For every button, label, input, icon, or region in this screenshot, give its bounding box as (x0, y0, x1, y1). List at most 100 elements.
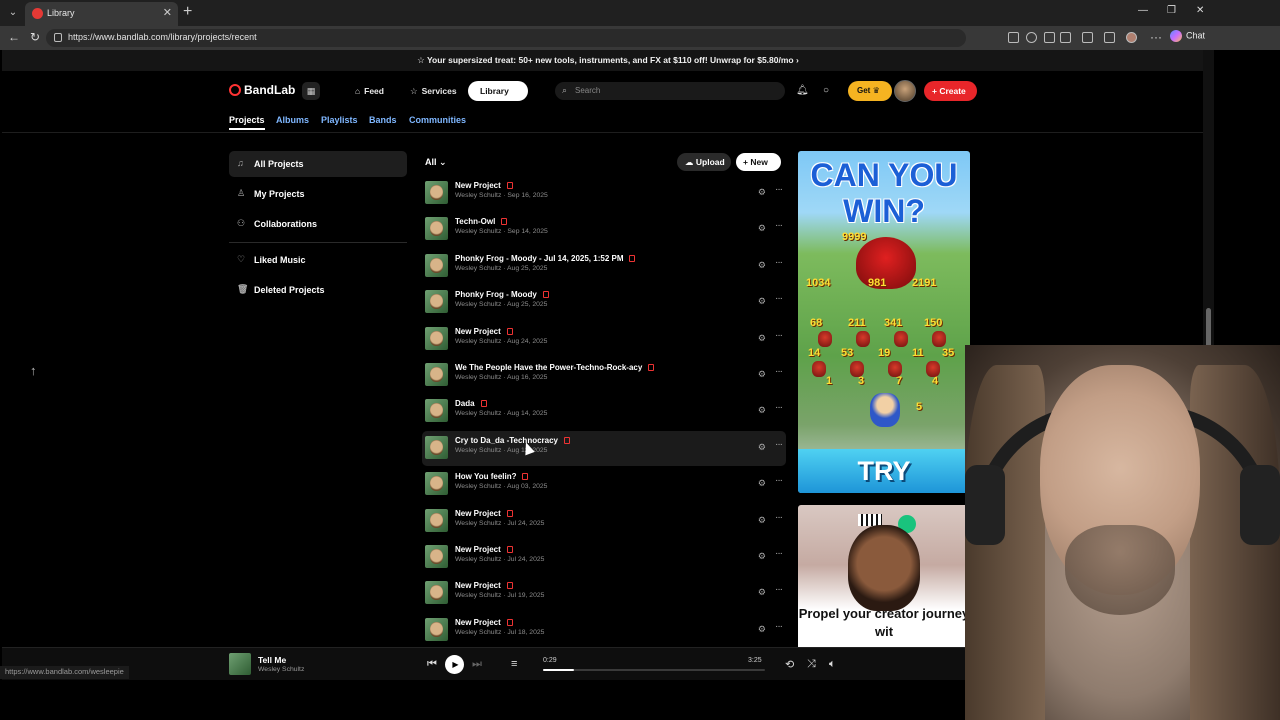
project-row[interactable]: New Project Wesley Schultz · Sep 16, 2025… (422, 176, 786, 211)
queue-icon[interactable]: ≡ (511, 658, 517, 670)
project-row[interactable]: New Project Wesley Schultz · Jul 19, 2025… (422, 576, 786, 611)
notifications-bell-icon[interactable]: 🔔︎ (796, 85, 809, 96)
sidebar-item-my-projects[interactable]: ♙ My Projects (229, 181, 407, 207)
project-row[interactable]: New Project Wesley Schultz · Aug 24, 2025… (422, 322, 786, 357)
tab-bands[interactable]: Bands (369, 115, 397, 125)
more-options-icon[interactable]: ··· (775, 402, 783, 413)
project-author[interactable]: Wesley Schultz (455, 228, 501, 235)
filter-dropdown[interactable]: All ⌄ (425, 157, 447, 168)
more-options-icon[interactable]: ··· (1150, 30, 1162, 44)
nav-feed[interactable]: ⌂ Feed (355, 86, 384, 96)
remix-icon[interactable]: ⚙︎ (758, 333, 766, 344)
profile-icon[interactable] (1126, 32, 1137, 43)
more-options-icon[interactable]: ··· (775, 439, 783, 450)
search-input[interactable]: ⌕ Search (555, 82, 785, 100)
more-options-icon[interactable]: ··· (775, 220, 783, 231)
minimize-icon[interactable]: — (1138, 5, 1148, 16)
volume-icon[interactable]: 🔈︎ (829, 658, 836, 671)
project-author[interactable]: Wesley Schultz (455, 483, 501, 490)
more-options-icon[interactable]: ··· (775, 621, 783, 632)
promo-banner[interactable]: ☆ Your supersized treat: 50+ new tools, … (2, 50, 1214, 71)
project-thumbnail[interactable] (425, 617, 448, 641)
repeat-icon[interactable]: ⟲ (785, 658, 794, 671)
shuffle-icon[interactable]: ⤨ (807, 658, 816, 671)
remix-icon[interactable]: ⚙︎ (758, 587, 766, 598)
sidebar-item-liked-music[interactable]: ♡ Liked Music (229, 247, 407, 273)
tab-projects[interactable]: Projects (229, 115, 265, 130)
nav-services[interactable]: ☆ Services (410, 86, 457, 97)
project-thumbnail[interactable] (425, 217, 448, 241)
tab-albums[interactable]: Albums (276, 115, 309, 125)
more-options-icon[interactable]: ··· (775, 184, 783, 195)
project-author[interactable]: Wesley Schultz (455, 447, 501, 454)
project-title[interactable]: Phonky Frog - Moody (455, 290, 549, 299)
project-thumbnail[interactable] (425, 472, 448, 496)
remix-icon[interactable]: ⚙︎ (758, 405, 766, 416)
project-title[interactable]: Cry to Da_da -Technocracy (455, 436, 570, 445)
next-track-icon[interactable]: ⏭︎ (472, 658, 482, 671)
messages-icon[interactable]: ○ (823, 85, 829, 96)
more-options-icon[interactable]: ··· (775, 330, 783, 341)
play-button[interactable]: ▶ (445, 655, 464, 674)
copilot-chat-button[interactable]: Chat (1170, 30, 1205, 46)
project-author[interactable]: Wesley Schultz (455, 374, 501, 381)
more-options-icon[interactable]: ··· (775, 257, 783, 268)
reload-icon[interactable]: ↻ (30, 30, 40, 44)
project-title[interactable]: New Project (455, 581, 513, 590)
more-options-icon[interactable]: ··· (775, 475, 783, 486)
scroll-to-top-icon[interactable]: ↑ (30, 363, 37, 378)
tab-communities[interactable]: Communities (409, 115, 466, 125)
sidebar-item-all-projects[interactable]: ♫ All Projects (229, 151, 407, 177)
remix-icon[interactable]: ⚙︎ (758, 296, 766, 307)
now-playing-title[interactable]: Tell Me (258, 655, 286, 665)
project-row[interactable]: New Project Wesley Schultz · Jul 18, 2025… (422, 613, 786, 648)
sidebar-item-collaborations[interactable]: ⚇ Collaborations (229, 211, 407, 237)
remix-icon[interactable]: ⚙︎ (758, 551, 766, 562)
project-title[interactable]: New Project (455, 509, 513, 518)
project-row[interactable]: Cry to Da_da -Technocracy Wesley Schultz … (422, 430, 786, 466)
project-thumbnail[interactable] (425, 545, 448, 568)
project-title[interactable]: We The People Have the Power-Techno-Rock… (455, 363, 655, 372)
new-project-button[interactable]: + New (736, 153, 781, 171)
project-thumbnail[interactable] (425, 435, 448, 459)
project-thumbnail[interactable] (425, 326, 448, 350)
window-close-icon[interactable]: ✕ (1196, 5, 1204, 16)
now-playing-artist[interactable]: Wesley Schultz (258, 666, 304, 673)
project-row[interactable]: How You feelin? Wesley Schultz · Aug 03, … (422, 467, 786, 502)
project-thumbnail[interactable] (425, 290, 448, 314)
project-row[interactable]: We The People Have the Power-Techno-Rock… (422, 358, 786, 393)
project-thumbnail[interactable] (425, 581, 448, 605)
upload-button[interactable]: ☁︎ Upload (677, 153, 731, 171)
project-row[interactable]: New Project Wesley Schultz · Jul 24, 2025… (422, 540, 786, 575)
tab-list-icon[interactable]: ⌄ (4, 4, 22, 22)
project-title[interactable]: How You feelin? (455, 472, 529, 481)
new-tab-icon[interactable]: + (183, 3, 192, 21)
nav-library[interactable]: Library (468, 81, 528, 101)
remix-icon[interactable]: ⚙︎ (758, 515, 766, 526)
sidebar-item-deleted-projects[interactable]: 🗑︎ Deleted Projects (229, 277, 407, 303)
more-options-icon[interactable]: ··· (775, 548, 783, 559)
project-thumbnail[interactable] (425, 253, 448, 277)
project-author[interactable]: Wesley Schultz (455, 592, 501, 599)
project-title[interactable]: New Project (455, 181, 513, 190)
zoom-icon[interactable] (1026, 32, 1037, 43)
remix-icon[interactable]: ⚙︎ (758, 223, 766, 234)
more-options-icon[interactable]: ··· (775, 366, 783, 377)
back-icon[interactable]: ← (8, 30, 20, 44)
project-title[interactable]: New Project (455, 618, 513, 627)
project-author[interactable]: Wesley Schultz (455, 629, 501, 636)
project-thumbnail[interactable] (425, 399, 448, 423)
project-title[interactable]: Dada (455, 399, 487, 408)
project-author[interactable]: Wesley Schultz (455, 556, 501, 563)
project-author[interactable]: Wesley Schultz (455, 192, 501, 199)
close-tab-icon[interactable]: ✕ (163, 6, 172, 19)
project-author[interactable]: Wesley Schultz (455, 265, 501, 272)
playback-progress[interactable] (543, 669, 765, 671)
favorites-icon[interactable] (1104, 32, 1115, 43)
tab-playlists[interactable]: Playlists (321, 115, 358, 125)
remix-icon[interactable]: ⚙︎ (758, 187, 766, 198)
more-options-icon[interactable]: ··· (775, 512, 783, 523)
project-row[interactable]: Phonky Frog - Moody - Jul 14, 2025, 1:52… (422, 249, 786, 284)
more-options-icon[interactable]: ··· (775, 293, 783, 304)
project-author[interactable]: Wesley Schultz (455, 338, 501, 345)
